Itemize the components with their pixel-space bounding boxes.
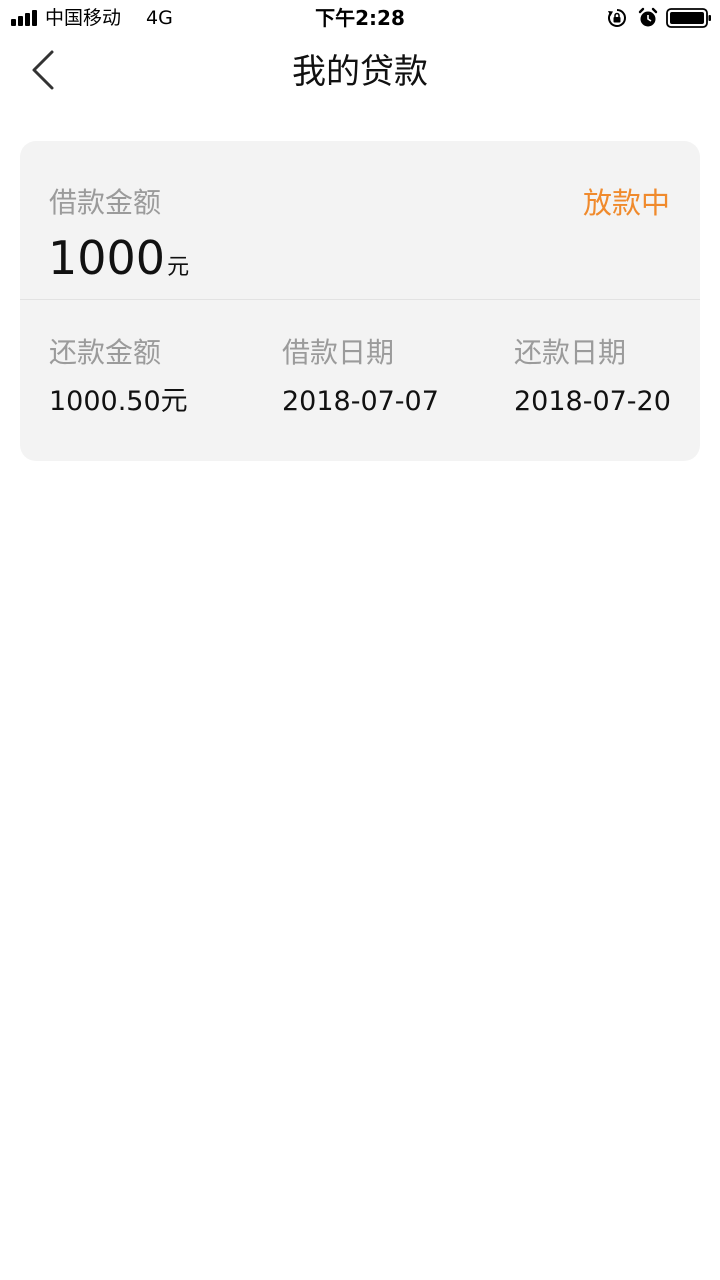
carrier-name: 中国移动 [45,7,122,29]
chevron-left-icon [32,50,54,90]
loan-amount-label: 借款金额 [49,186,162,219]
loan-amount-value: 1000 [48,231,166,285]
battery-icon [666,8,711,28]
repay-amount-value: 1000.50元 [49,386,188,417]
loan-date-label: 借款日期 [282,336,395,369]
repay-date-label: 还款日期 [514,336,627,369]
nav-bar: 我的贷款 [0,36,720,108]
status-time: 下午2:28 [315,6,405,30]
status-bar: 中国移动 4G 下午2:28 [0,0,720,36]
repay-date-column: 还款日期 2018-07-20 [514,335,700,419]
loan-date-column: 借款日期 2018-07-07 [282,335,482,419]
loan-amount: 1000元 [48,231,189,295]
loan-summary: 借款金额 放款中 1000元 [20,141,700,300]
alarm-icon [638,7,658,27]
loan-status-badge: 放款中 [582,186,670,220]
network-type: 4G [146,7,173,29]
orientation-lock-icon [608,9,626,27]
loan-amount-unit: 元 [167,255,190,280]
loan-card[interactable]: 借款金额 放款中 1000元 还款金额 1000.50元 借款日期 2018-0… [20,141,700,461]
signal-icon [11,10,41,26]
page-title: 我的贷款 [292,52,428,92]
repay-date-value: 2018-07-20 [514,386,671,417]
repay-amount-column: 还款金额 1000.50元 [49,335,249,419]
back-button[interactable] [20,46,72,96]
repay-amount-label: 还款金额 [49,336,162,369]
loan-date-value: 2018-07-07 [282,386,439,417]
